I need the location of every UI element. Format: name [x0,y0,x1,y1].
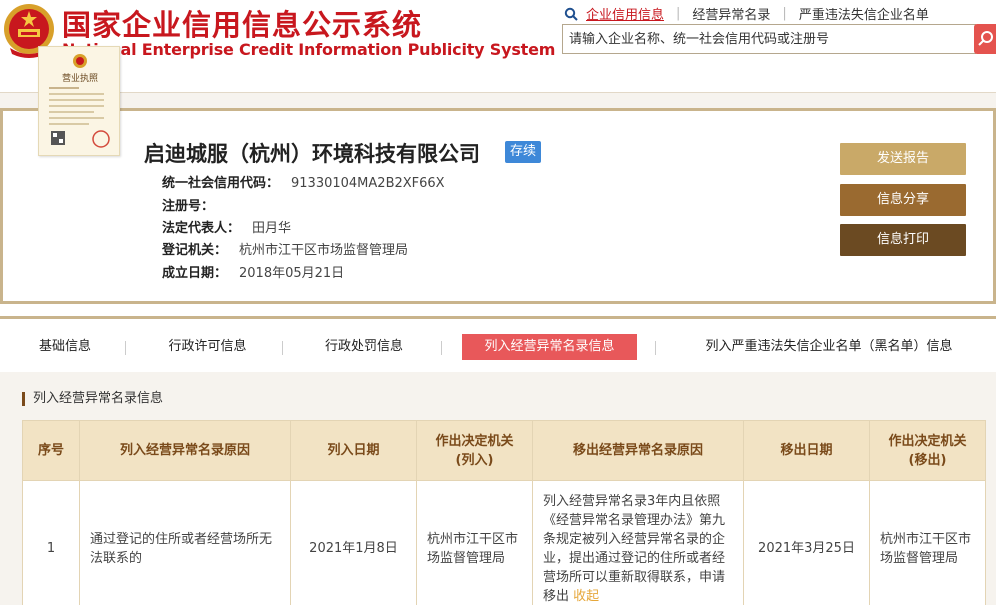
table-row: 1 通过登记的住所或者经营场所无法联系的 2021年1月8日 杭州市江干区市场监… [22,480,986,605]
collapse-link[interactable]: 收起 [573,589,599,604]
column-header: 作出决定机关 (移出) [869,420,986,481]
tab-separator [441,341,442,355]
row-org-out: 杭州市江干区市场监督管理局 [869,480,986,605]
column-header: 作出决定机关 (列入) [416,420,533,481]
row-date-out: 2021年3月25日 [743,480,870,605]
tab-separator [125,341,126,355]
field-label: 登记机关： [162,243,228,258]
row-index: 1 [22,480,80,605]
column-header: 列入经营异常名录原因 [79,420,291,481]
column-header: 移出日期 [743,420,870,481]
row-org-in: 杭州市江干区市场监督管理局 [416,480,533,605]
site-title: 国家企业信用信息公示系统 [62,8,423,42]
search-icon [564,7,578,21]
table-header-row: 序号 列入经营异常名录原因 列入日期 作出决定机关 (列入) 移出经营异常名录原… [22,420,986,481]
abnormal-list-table: 序号 列入经营异常名录原因 列入日期 作出决定机关 (列入) 移出经营异常名录原… [22,420,986,605]
business-license-image: 营业执照 [38,46,120,156]
field-value: 2018年05月21日 [239,266,345,281]
nav-separator: | [782,6,787,21]
column-header: 序号 [22,420,80,481]
field-value: 91330104MA2B2XF66X [291,176,445,191]
search-icon [978,31,993,46]
site-header: 国家企业信用信息公示系统 National Enterprise Credit … [0,0,996,92]
field-credit-code: 统一社会信用代码： 91330104MA2B2XF66X [162,172,445,191]
section-title: 列入经营异常名录信息 [22,392,163,406]
abnormal-list-section: 列入经营异常名录信息 序号 列入经营异常名录原因 列入日期 作出决定机关 (列入… [0,372,996,605]
tab-basic-info[interactable]: 基础信息 [20,334,110,360]
header-divider [0,92,996,108]
field-label: 成立日期： [162,266,228,281]
field-label: 注册号： [162,199,215,214]
reason-out-text: 列入经营异常名录3年内且依照《经营异常名录管理办法》第九条规定被列入经营异常名录… [543,493,726,604]
row-reason-out: 列入经营异常名录3年内且依照《经营异常名录管理办法》第九条规定被列入经营异常名录… [532,480,744,605]
field-value: 杭州市江干区市场监督管理局 [239,243,409,258]
field-legal-rep: 法定代表人： 田月华 [162,217,291,236]
top-nav: 企业信用信息 | 经营异常名录 | 严重违法失信企业名单 [564,4,929,23]
nav-separator: | [676,6,681,21]
company-name: 启迪城服（杭州）环境科技有限公司 [144,142,480,166]
status-badge: 存续 [505,141,541,163]
print-info-button[interactable]: 信息打印 [840,224,966,256]
nav-blacklist[interactable]: 严重违法失信企业名单 [799,4,929,23]
tab-admin-penalty[interactable]: 行政处罚信息 [305,334,423,360]
row-date-in: 2021年1月8日 [290,480,417,605]
column-header: 列入日期 [290,420,417,481]
tab-separator [655,341,656,355]
tab-abnormal-list[interactable]: 列入经营异常名录信息 [462,334,637,360]
field-reg-authority: 登记机关： 杭州市江干区市场监督管理局 [162,239,408,258]
tab-admin-license[interactable]: 行政许可信息 [150,334,265,360]
tab-blacklist[interactable]: 列入严重违法失信企业名单（黑名单）信息 [680,334,978,360]
share-info-button[interactable]: 信息分享 [840,184,966,216]
license-icon: 营业执照 [49,54,110,148]
tab-separator [282,341,283,355]
license-title: 营业执照 [62,72,98,84]
field-label: 法定代表人： [162,221,241,236]
field-established-date: 成立日期： 2018年05月21日 [162,262,344,281]
field-label: 统一社会信用代码： [162,176,280,191]
search-bar [562,24,976,54]
row-reason-in: 通过登记的住所或者经营场所无法联系的 [79,480,291,605]
nav-credit-info[interactable]: 企业信用信息 [586,4,664,23]
field-value: 田月华 [252,221,292,236]
nav-abnormal-list[interactable]: 经营异常名录 [692,4,770,23]
site-subtitle: National Enterprise Credit Information P… [62,40,556,59]
field-reg-number: 注册号： [162,195,226,214]
column-header: 移出经营异常名录原因 [532,420,744,481]
tab-bar: 基础信息 行政许可信息 行政处罚信息 列入经营异常名录信息 列入严重违法失信企业… [0,316,996,372]
send-report-button[interactable]: 发送报告 [840,143,966,175]
search-button[interactable] [974,24,996,54]
search-input[interactable] [563,25,975,53]
